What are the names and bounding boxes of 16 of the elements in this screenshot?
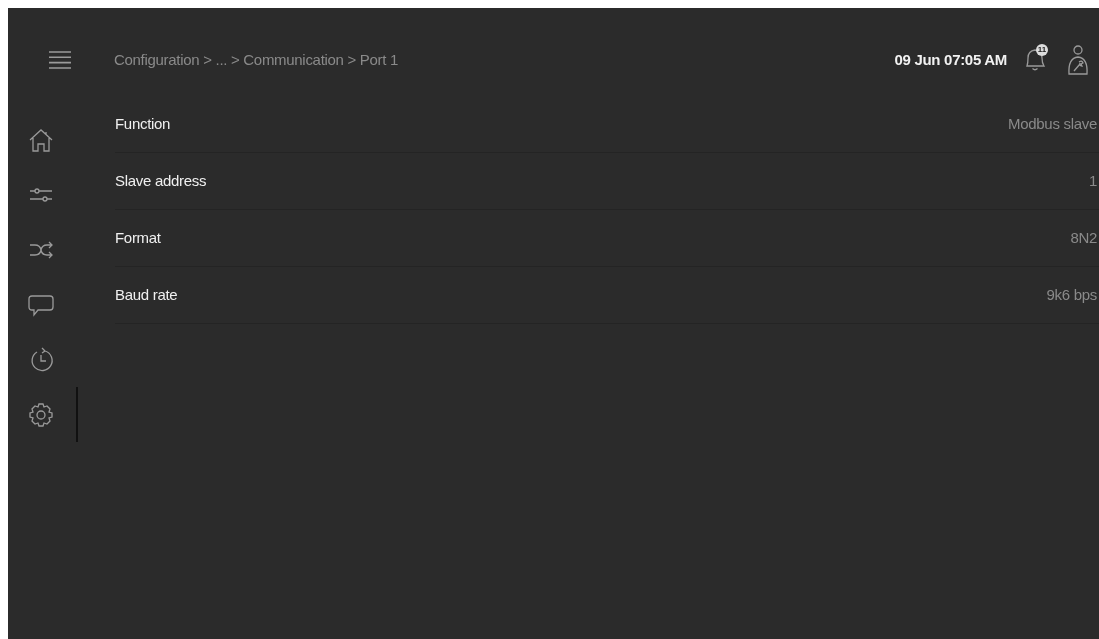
setting-value[interactable]: 9k6 bps	[1046, 283, 1097, 307]
breadcrumb: Configuration > ... > Communication > Port 1	[114, 49, 399, 70]
alarm-count-badge: 11	[1036, 44, 1048, 56]
menu-icon[interactable]	[48, 51, 72, 69]
setting-value[interactable]: 8N2	[1070, 226, 1097, 250]
setting-label: Format	[115, 227, 161, 248]
setting-label: Slave address	[115, 170, 207, 191]
user-wrench-icon[interactable]	[1067, 45, 1089, 75]
history-icon	[28, 346, 54, 373]
setting-value[interactable]: Modbus slave	[1008, 112, 1097, 136]
setting-value[interactable]: 1	[1088, 169, 1097, 193]
date-time: 09 Jun 07:05 AM	[894, 49, 1007, 70]
bell-icon[interactable]	[1023, 46, 1047, 72]
settings-icon	[28, 401, 54, 428]
setting-label: Baud rate	[115, 284, 178, 305]
setting-label: Function	[115, 113, 171, 134]
